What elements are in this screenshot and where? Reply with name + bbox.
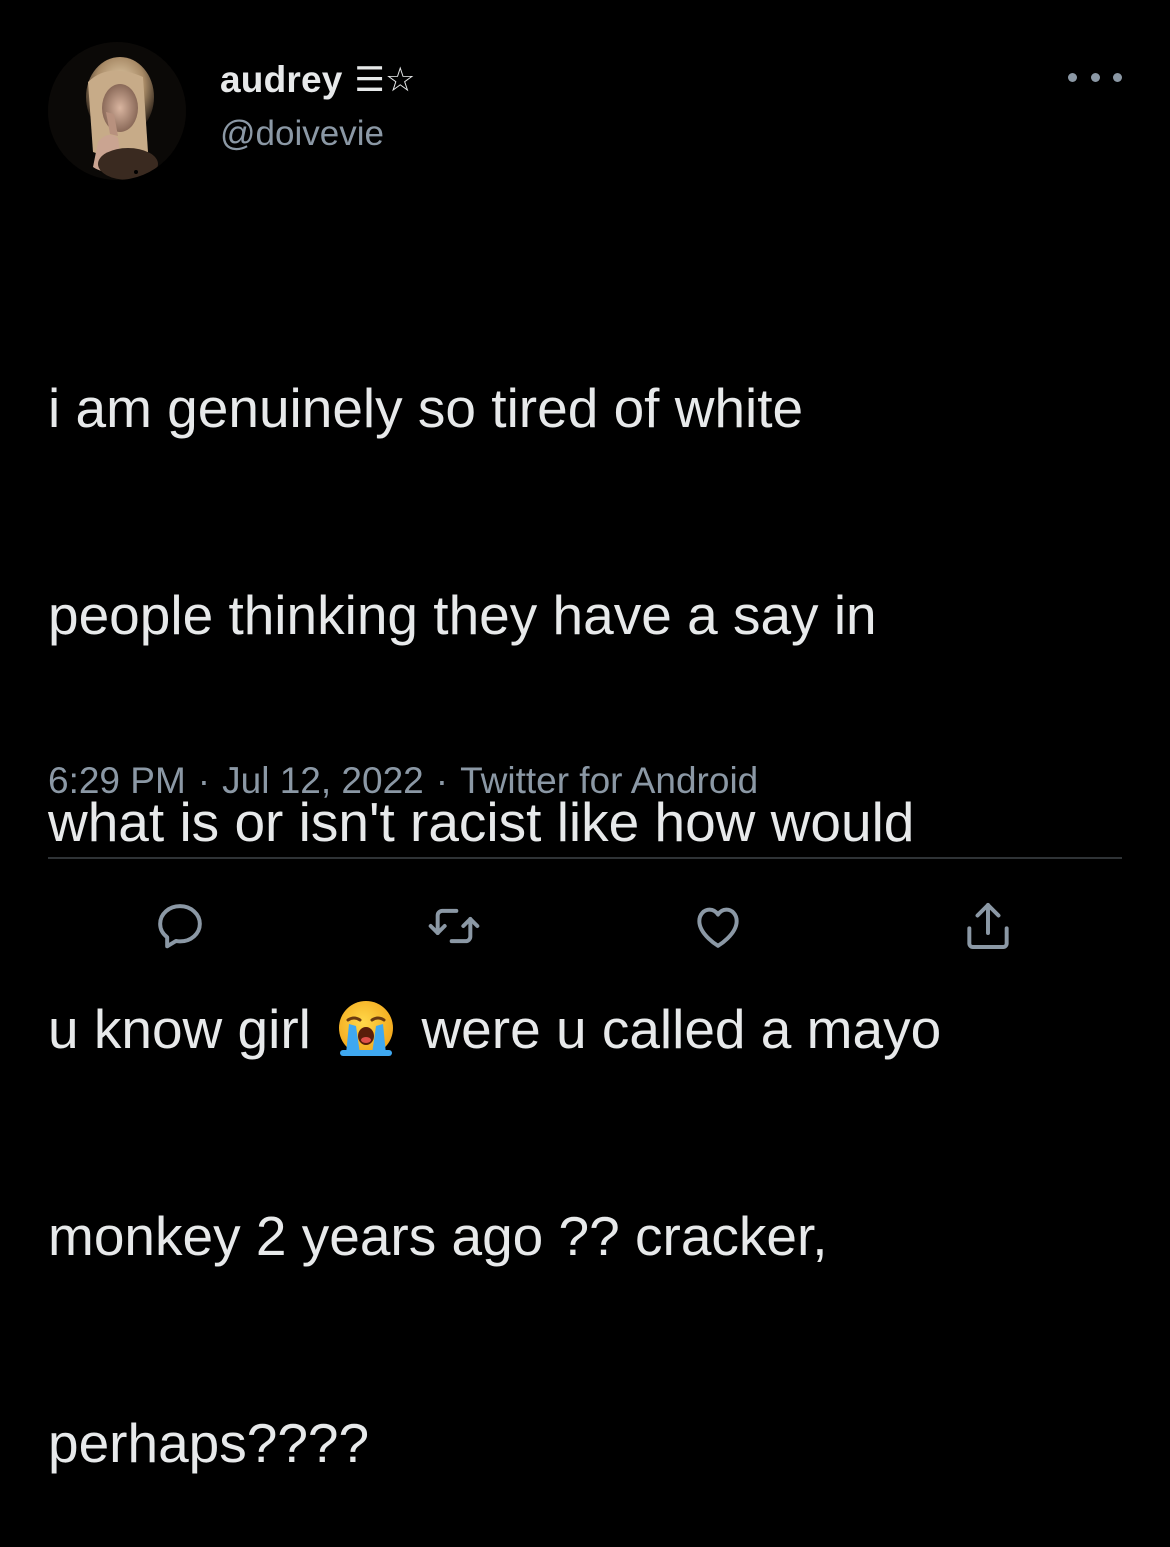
retweet-icon [428,908,480,944]
avatar[interactable] [48,42,186,180]
like-button[interactable] [688,896,748,956]
tweet-text: i am genuinely so tired of white people … [48,236,1128,1547]
display-name-row[interactable]: audrey ☰☆ [220,58,416,102]
tweet-time[interactable]: 6:29 PM [48,760,186,801]
handle[interactable]: @doivevie [220,114,384,154]
divider [48,857,1122,859]
tweet-line-part: were u called a mayo [421,998,942,1060]
display-name[interactable]: audrey [220,59,343,101]
more-options-button[interactable] [1068,62,1122,92]
tweet-meta: 6:29 PM · Jul 12, 2022 · Twitter for Android [48,760,758,802]
tweet-line-with-emoji: u know girl were u called a mayo [48,995,1128,1064]
name-decoration: ☰☆ [354,60,416,100]
more-dot-icon [1090,72,1100,82]
loudly-crying-face-icon [326,998,406,1058]
share-button[interactable] [958,896,1018,956]
tweet-line: people thinking they have a say in [48,584,877,646]
avatar-image [48,42,186,180]
meta-separator: · [197,760,211,801]
meta-separator: · [435,760,449,801]
reply-button[interactable] [150,896,210,956]
tweet-line: monkey 2 years ago ?? cracker, [48,1205,828,1267]
tweet-line-part: u know girl [48,998,311,1060]
like-icon [697,907,739,948]
more-dot-icon [1113,72,1122,82]
tweet-line: perhaps???? [48,1412,370,1474]
more-dot-icon [1068,72,1077,82]
retweet-button[interactable] [424,896,484,956]
reply-icon [158,904,202,949]
share-icon [967,903,1009,949]
tweet-line: i am genuinely so tired of white [48,377,804,439]
tweet-date[interactable]: Jul 12, 2022 [222,760,424,801]
tweet-source[interactable]: Twitter for Android [460,760,758,801]
